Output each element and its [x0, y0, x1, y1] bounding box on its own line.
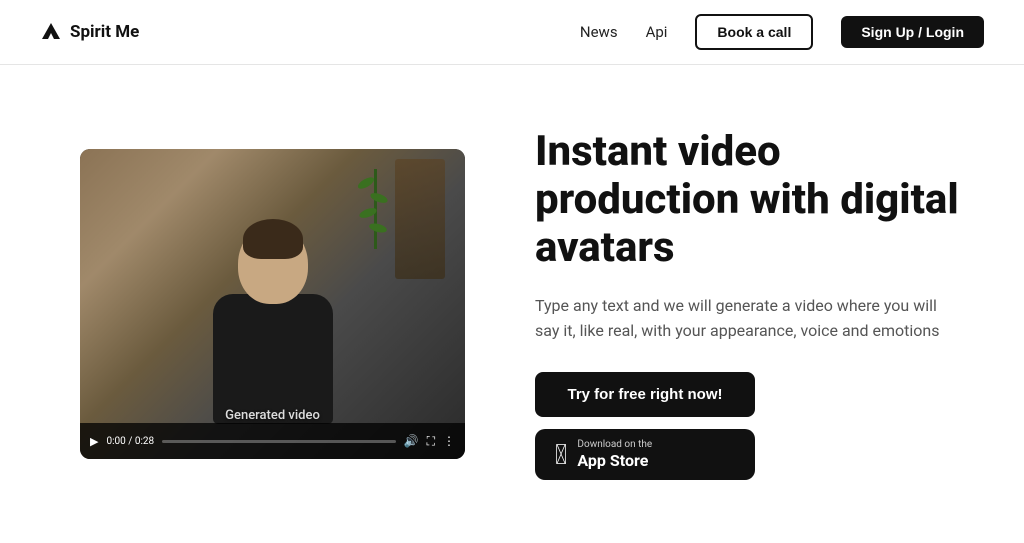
appstore-button[interactable]:  Download on the App Store [535, 429, 755, 480]
wall-decor [395, 159, 445, 279]
video-player[interactable]: Generated video ▶ 0:00 / 0:28 🔊 ⛶ ⋮ [80, 149, 465, 459]
play-button[interactable]: ▶ [90, 435, 98, 448]
fullscreen-icon[interactable]: ⛶ [427, 434, 435, 449]
hero-content: Instant video production with digital av… [535, 128, 964, 480]
person-figure [193, 224, 353, 424]
video-progress-bar[interactable] [162, 440, 395, 443]
hero-subtitle: Type any text and we will generate a vid… [535, 293, 964, 344]
nav-news-link[interactable]: News [580, 23, 618, 41]
appstore-text-group: Download on the App Store [577, 439, 652, 470]
apple-icon:  [555, 441, 567, 469]
hero-title: Instant video production with digital av… [535, 128, 964, 273]
signup-login-button[interactable]: Sign Up / Login [841, 16, 984, 48]
logo-text: Spirit Me [70, 22, 139, 42]
logo[interactable]: Spirit Me [40, 21, 139, 43]
book-call-button[interactable]: Book a call [695, 14, 813, 50]
video-generated-label: Generated video [225, 408, 320, 423]
video-time: 0:00 / 0:28 [106, 436, 154, 447]
main-nav: News Api Book a call Sign Up / Login [580, 14, 984, 50]
plant-decoration [365, 169, 385, 249]
video-controls-bar[interactable]: ▶ 0:00 / 0:28 🔊 ⛶ ⋮ [80, 423, 465, 459]
nav-api-link[interactable]: Api [646, 23, 668, 41]
appstore-big-text: App Store [577, 451, 648, 470]
more-options-icon[interactable]: ⋮ [443, 434, 455, 448]
volume-icon[interactable]: 🔊 [404, 434, 419, 448]
spirit-me-logo-icon [40, 21, 62, 43]
appstore-small-text: Download on the [577, 439, 652, 451]
try-free-button[interactable]: Try for free right now! [535, 372, 755, 417]
